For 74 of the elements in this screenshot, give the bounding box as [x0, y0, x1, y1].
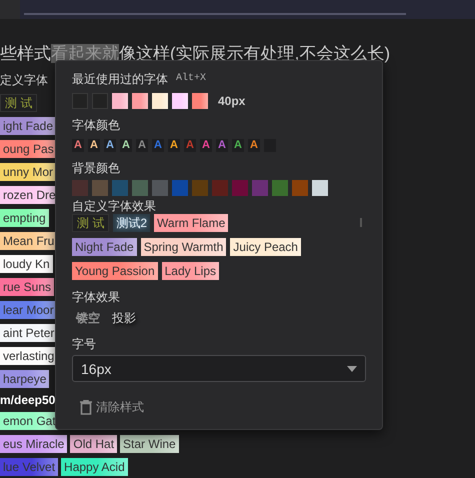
scrollbar[interactable]	[24, 13, 406, 15]
background-color-swatch[interactable]	[232, 180, 248, 196]
background-color-swatch[interactable]	[92, 180, 108, 196]
font-color-option[interactable]: A	[72, 139, 84, 152]
size-label: 40px	[218, 93, 246, 109]
font-color-option[interactable]: A	[216, 139, 228, 152]
background-color-swatch[interactable]	[192, 180, 208, 196]
trash-icon	[80, 400, 92, 414]
gradient-tag[interactable]: Spring Warmth	[140, 238, 226, 256]
gradient-tag[interactable]: aint Peter	[0, 324, 58, 342]
shortcut-hint: Alt+X	[176, 72, 206, 86]
effect-option[interactable]: 镂空	[76, 310, 100, 326]
empty-swatch[interactable]	[92, 93, 108, 109]
effect-tag[interactable]: 测 试	[0, 94, 38, 112]
path-text: m/deep50	[0, 393, 56, 407]
caret-icon	[347, 366, 357, 372]
background-color-swatch[interactable]	[72, 180, 88, 196]
gradient-swatch[interactable]	[192, 93, 208, 109]
font-color-option[interactable]: A	[248, 139, 260, 152]
section-title: 字体颜色	[72, 117, 121, 133]
gradient-swatch[interactable]	[172, 93, 188, 109]
gradient-tag[interactable]: unny Mor	[0, 163, 56, 181]
background-color-swatch[interactable]	[312, 180, 328, 196]
gradient-tag[interactable]: eus Miracle	[0, 435, 68, 453]
background-color-swatch[interactable]	[272, 180, 288, 196]
gradient-tag[interactable]: Happy Acid	[61, 458, 128, 476]
gradient-tag[interactable]: empting	[0, 209, 49, 227]
gradient-tag[interactable]: oung Pas	[0, 140, 57, 158]
background-color-swatch[interactable]	[292, 180, 308, 196]
gradient-tag[interactable]: Young Passion	[72, 262, 158, 280]
gradient-tag[interactable]: Old Hat	[70, 435, 118, 453]
gradient-tag[interactable]: harpeye	[0, 370, 50, 388]
font-size-select[interactable]: 16px	[72, 355, 366, 382]
section-title: 字号	[72, 336, 97, 352]
gradient-tag[interactable]: emon Gat	[0, 412, 59, 430]
clear-style-button[interactable]: 清除样式	[80, 399, 144, 415]
section-label: 定义字体	[0, 72, 48, 89]
background-color-swatch[interactable]	[152, 180, 168, 196]
gradient-tag[interactable]: rue Suns	[0, 278, 54, 296]
background-color-swatch[interactable]	[252, 180, 268, 196]
effect-tag[interactable]: 测试2	[113, 214, 150, 232]
font-color-option[interactable]: A	[88, 139, 100, 152]
background-color-swatch[interactable]	[212, 180, 228, 196]
gradient-tag[interactable]: Mean Fru	[0, 232, 58, 250]
font-color-option[interactable]: A	[168, 139, 180, 152]
font-color-option[interactable]: A	[136, 139, 148, 152]
font-color-option[interactable]: A	[104, 139, 116, 152]
gradient-tag[interactable]: ight Fade	[0, 117, 56, 135]
gradient-tag[interactable]: Juicy Peach	[230, 238, 301, 256]
effect-tag[interactable]: 测 试	[72, 214, 110, 232]
gradient-tag[interactable]: Star Wine	[120, 435, 179, 453]
empty-swatch[interactable]	[72, 93, 88, 109]
gradient-swatch[interactable]	[112, 93, 128, 109]
background-color-swatch[interactable]	[172, 180, 188, 196]
gradient-tag[interactable]: Warm Flame	[154, 214, 228, 232]
font-color-option[interactable]: A	[152, 139, 164, 152]
section-title: 背景颜色	[72, 160, 121, 176]
effect-option[interactable]: 投影	[112, 310, 136, 326]
gradient-tag[interactable]: lear Moor	[0, 301, 57, 319]
font-color-option[interactable]: A	[120, 139, 132, 152]
section-title: 字体效果	[72, 289, 121, 305]
section-title: 最近使用过的字体	[72, 71, 168, 87]
scroll-indicator	[360, 218, 362, 227]
gradient-tag[interactable]: Lady Lips	[162, 262, 219, 280]
gradient-swatch[interactable]	[152, 93, 168, 109]
gradient-tag[interactable]: Night Fade	[72, 238, 137, 256]
gradient-tag[interactable]: loudy Kn	[0, 255, 53, 273]
font-color-option[interactable]: A	[232, 139, 244, 152]
font-color-option[interactable]: A	[200, 139, 212, 152]
background-color-swatch[interactable]	[112, 180, 128, 196]
section-title: 自定义字体效果	[72, 198, 157, 214]
gradient-swatch[interactable]	[132, 93, 148, 109]
gradient-tag[interactable]: verlasting	[0, 347, 58, 365]
background-color-swatch[interactable]	[132, 180, 148, 196]
